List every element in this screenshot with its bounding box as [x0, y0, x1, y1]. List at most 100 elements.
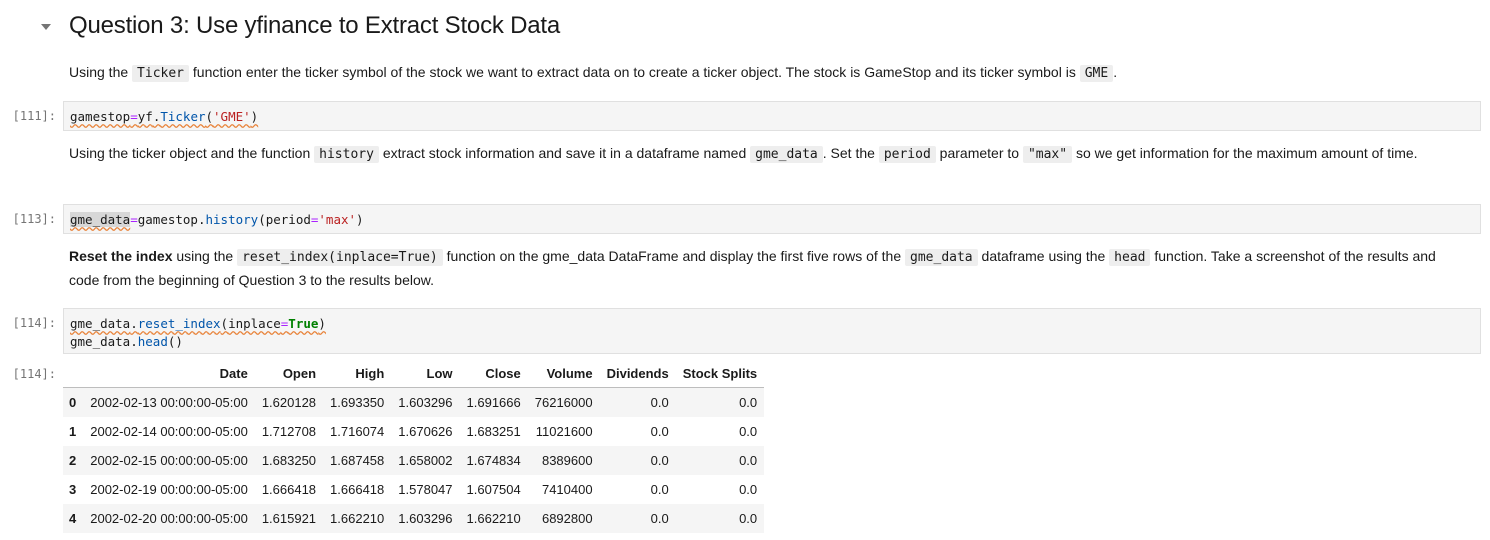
inline-code: head: [1109, 249, 1151, 266]
column-header: High: [323, 359, 392, 388]
table-row: 3 2002-02-19 00:00:00-05:00 1.666418 1.6664…: [63, 475, 764, 504]
code-token: .: [197, 212, 206, 227]
md-text: Using the: [69, 64, 133, 80]
code-token: (: [220, 316, 229, 331]
code-cell-113[interactable]: gme_data=gamestop.history(period='max'): [63, 204, 1481, 234]
table-cell: 1.662210: [330, 511, 385, 526]
inline-code: "max": [1022, 146, 1073, 163]
md-text: using the: [172, 248, 238, 264]
section-heading: Question 3: Use yfinance to Extract Stoc…: [69, 12, 561, 39]
table-cell: 76216000: [534, 395, 593, 410]
table-cell: 0.0: [739, 453, 758, 468]
inline-code: period: [878, 146, 936, 163]
notebook: Question 3: Use yfinance to Extract Stoc…: [0, 0, 1490, 540]
table-cell: 0.0: [650, 482, 669, 497]
code-token: Ticker: [160, 109, 206, 124]
table-cell: 11021600: [535, 424, 593, 439]
table-cell: 1.687458: [330, 453, 385, 468]
md-text: function on the gme_data DataFrame and d…: [442, 248, 906, 264]
table-cell: 1.607504: [466, 482, 521, 497]
table-cell: 1.666418: [261, 482, 317, 497]
dataframe-output: Date Open High Low Close Volume Dividend…: [63, 359, 765, 533]
execution-count: [114]:: [12, 316, 56, 330]
table-cell: 0.0: [739, 424, 758, 439]
table-row: 4 2002-02-20 00:00:00-05:00 1.615921 1.6622…: [63, 504, 765, 533]
code-token: history: [205, 212, 259, 227]
column-header: Open: [254, 359, 324, 388]
table-cell: 0.0: [650, 511, 669, 526]
row-index: 4: [69, 511, 77, 526]
code-token: inplace: [228, 316, 281, 331]
code-token: =: [130, 109, 138, 124]
code-cell-111[interactable]: gamestop=yf.Ticker('GME'): [63, 101, 1481, 131]
markdown-cell-history[interactable]: Using the ticker object and the function…: [69, 142, 1469, 166]
code-token: (: [258, 212, 266, 227]
row-index: 3: [69, 482, 77, 497]
inline-code: reset_index(inplace=True): [237, 249, 443, 266]
table-cell: 1.620128: [261, 395, 317, 410]
row-index: 2: [69, 453, 77, 468]
markdown-cell-ticker[interactable]: Using the Ticker function enter the tick…: [69, 61, 1469, 85]
code-line: gme_data.head(): [70, 333, 1474, 351]
table-row: 1 2002-02-14 00:00:00-05:00 1.712708 1.7160…: [63, 417, 764, 446]
code-token: gme_data: [70, 334, 131, 349]
table-cell: 1.691666: [466, 395, 521, 410]
table-cell: 1.662210: [466, 511, 521, 526]
output-execution-count: [114]:: [12, 367, 56, 381]
table-cell: 1.615921: [261, 511, 317, 526]
table-header-row: Date Open High Low Close Volume Dividend…: [63, 359, 765, 388]
md-text: parameter to: [935, 145, 1023, 161]
collapse-chevron-icon[interactable]: [40, 22, 52, 34]
code-token: (): [167, 334, 183, 349]
column-header: Low: [391, 359, 460, 388]
column-header: Stock Splits: [675, 359, 765, 388]
code-token: period: [265, 212, 311, 227]
code-token: ): [318, 316, 326, 331]
inline-code: gme_data: [750, 146, 823, 163]
inline-code: history: [314, 146, 379, 163]
column-header: Dividends: [599, 359, 676, 388]
code-token: gme_data: [70, 316, 131, 331]
code-token: .: [130, 334, 138, 349]
code-token: =: [130, 212, 138, 227]
row-index: 0: [69, 395, 77, 410]
table-cell: 1.683250: [261, 453, 317, 468]
inline-code: Ticker: [132, 65, 190, 82]
md-text: .: [1113, 64, 1118, 80]
table-cell: 1.683251: [466, 424, 521, 439]
code-token: gamestop: [70, 109, 131, 124]
table-cell: 0.0: [650, 424, 669, 439]
code-token: .: [130, 316, 138, 331]
table-cell: 7410400: [541, 482, 593, 497]
table-cell: 2002-02-15 00:00:00-05:00: [90, 453, 248, 468]
code-token: gamestop: [137, 212, 198, 227]
table-cell: 1.712708: [261, 424, 317, 439]
code-cell-114[interactable]: gme_data.reset_index(inplace=True) gme_d…: [63, 308, 1481, 354]
execution-count: [111]:: [12, 109, 56, 123]
table-cell: 0.0: [739, 482, 758, 497]
table-cell: 2002-02-20 00:00:00-05:00: [90, 511, 248, 526]
code-token: (: [205, 109, 214, 124]
table-cell: 2002-02-13 00:00:00-05:00: [90, 395, 248, 410]
table-row: 0 2002-02-13 00:00:00-05:00 1.620128 1.6933…: [63, 387, 765, 417]
md-text: so we get information for the maximum am…: [1072, 145, 1418, 161]
table-cell: 1.603296: [398, 511, 453, 526]
table-cell: 1.693350: [330, 395, 385, 410]
code-line: gme_data.reset_index(inplace=True): [70, 315, 1474, 333]
md-text: . Set the: [822, 145, 879, 161]
md-text: extract stock information and save it in…: [378, 145, 751, 161]
table-cell: 6892800: [541, 511, 593, 526]
table-cell: 1.666418: [330, 482, 385, 497]
execution-count: [113]:: [12, 212, 56, 226]
md-text: function enter the ticker symbol of the …: [189, 64, 1080, 80]
code-token: yf: [137, 109, 153, 124]
code-token: head: [137, 334, 168, 349]
table-cell: 8389600: [541, 453, 593, 468]
markdown-cell-reset-index[interactable]: Reset the index using the reset_index(in…: [69, 245, 1469, 291]
table-cell: 2002-02-19 00:00:00-05:00: [90, 482, 248, 497]
column-header: Volume: [527, 359, 600, 388]
md-text: dataframe using the: [977, 248, 1110, 264]
column-header: [63, 359, 84, 388]
code-token: gme_data: [70, 212, 131, 227]
code-token: 'max': [318, 212, 357, 227]
